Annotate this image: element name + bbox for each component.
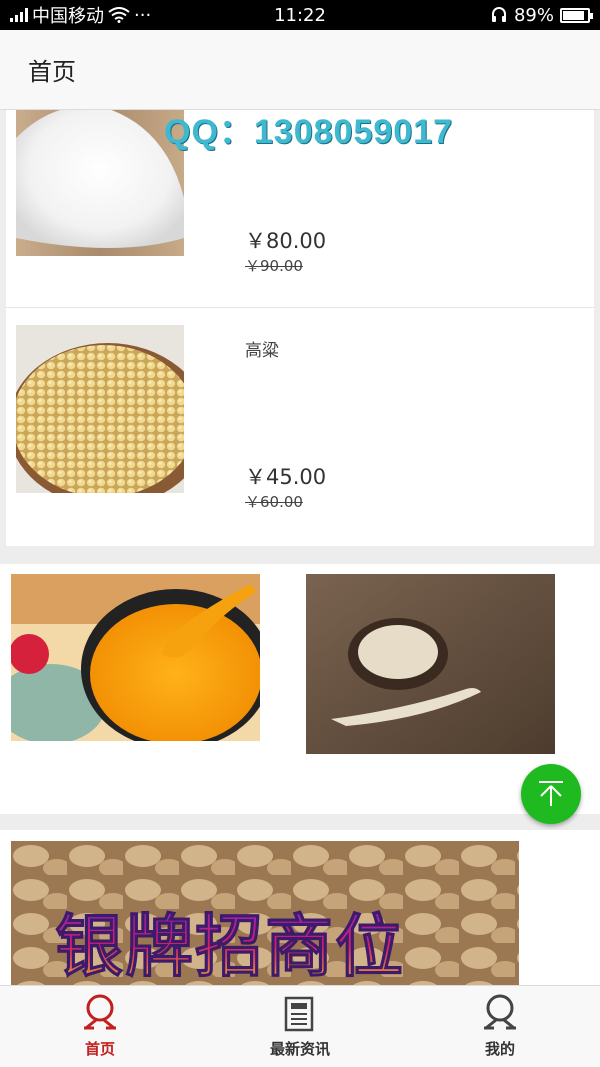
nav-home[interactable]: 首页 [0, 986, 200, 1067]
arrow-up-icon [539, 781, 563, 806]
banner-section: 银牌招商位 [0, 830, 600, 985]
product-price: ￥45.00 [245, 465, 327, 489]
profile-icon [484, 994, 516, 1030]
gallery-image-porridge[interactable] [11, 574, 260, 741]
battery-icon [560, 7, 593, 23]
qq-watermark: QQ：1308059017 [164, 113, 453, 151]
battery-percent: 89% [513, 4, 554, 26]
signal-icon [10, 8, 28, 22]
nav-home-label: 首页 [84, 1040, 115, 1058]
gallery-image-grain-bowl[interactable] [306, 574, 555, 754]
nav-profile[interactable]: 我的 [400, 986, 600, 1067]
product-price: ￥80.00 [245, 229, 327, 253]
nav-news-label: 最新资讯 [269, 1040, 330, 1058]
nav-news[interactable]: 最新资讯 [200, 986, 400, 1067]
image-gallery [0, 564, 600, 814]
status-right: 89% [490, 4, 593, 26]
page-header: 首页 [0, 30, 600, 110]
banner-text: 银牌招商位 [54, 891, 405, 986]
nav-profile-label: 我的 [484, 1040, 515, 1058]
page-title: 首页 [28, 58, 76, 86]
ad-banner[interactable]: 银牌招商位 [11, 841, 519, 985]
product-name: 高粱 [245, 341, 279, 361]
person-icon [84, 994, 116, 1030]
status-left: 中国移动 ··· [10, 2, 250, 28]
product-image-sorghum[interactable] [16, 325, 184, 493]
news-icon [284, 996, 314, 1032]
carrier-label: 中国移动 [32, 6, 104, 27]
product-image-flour[interactable] [16, 110, 184, 256]
wifi-icon [108, 7, 130, 23]
product-card[interactable]: 高粱 ￥45.00 ￥60.00 [6, 308, 594, 546]
scroll-top-button[interactable] [521, 764, 581, 824]
content-area[interactable]: ￥80.00 ￥90.00 高粱 ￥45.00 ￥60.00 QQ：130805… [0, 110, 600, 985]
product-old-price: ￥90.00 [245, 257, 303, 275]
status-bar: 中国移动 ··· 11:22 89% [0, 0, 600, 30]
headset-icon [491, 7, 506, 22]
product-list: ￥80.00 ￥90.00 高粱 ￥45.00 ￥60.00 QQ：130805… [6, 110, 594, 546]
product-old-price: ￥60.00 [245, 493, 303, 511]
more-indicator: ··· [134, 4, 152, 26]
bottom-nav: 首页 最新资讯 我的 [0, 985, 600, 1067]
